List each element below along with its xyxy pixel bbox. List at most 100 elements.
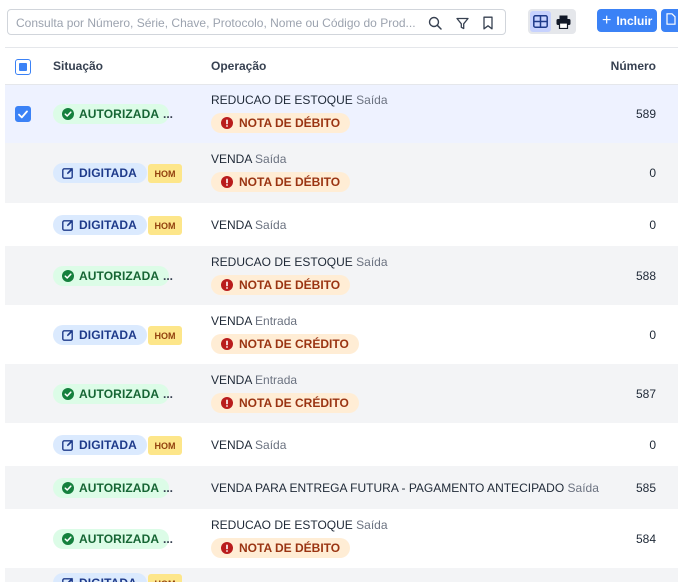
operacao-tipo: Saída [567, 481, 599, 495]
operacao-tipo: Saída [255, 218, 287, 232]
filter-icon[interactable] [453, 14, 471, 32]
nota-badge: NOTA DE CRÉDITO [211, 334, 359, 354]
nota-label: NOTA DE CRÉDITO [239, 337, 349, 351]
alert-icon [221, 279, 233, 291]
operacao-tipo: Entrada [255, 314, 298, 328]
status-label: DIGITADA [79, 166, 137, 180]
table-row[interactable]: DIGITADA HOM VENDA Saída 0 [5, 423, 678, 466]
operacao-name: VENDA [211, 373, 256, 387]
grid-view-icon[interactable] [530, 11, 551, 32]
edit-icon [62, 577, 74, 582]
more-indicator[interactable]: ... [163, 269, 173, 283]
add-button[interactable]: + Incluir [597, 9, 657, 32]
print-icon[interactable] [553, 11, 574, 32]
hom-badge: HOM [148, 216, 182, 235]
nota-badge: NOTA DE DÉBITO [211, 538, 351, 558]
edit-icon [62, 439, 74, 451]
numero-cell: 588 [635, 269, 656, 283]
hom-badge: HOM [148, 436, 182, 455]
operacao-text: VENDA PARA ENTREGA FUTURA - PAGAMENTO AN… [211, 481, 599, 495]
status-badge: AUTORIZADA [53, 104, 170, 124]
nota-badge: NOTA DE CRÉDITO [211, 393, 359, 413]
operacao-text: VENDA Saída [211, 152, 286, 166]
alert-icon [221, 542, 233, 554]
numero-cell: 0 [649, 328, 656, 342]
header-situacao[interactable]: Situação [53, 59, 103, 73]
alert-icon [221, 117, 233, 129]
alert-icon [221, 338, 233, 350]
alert-icon [221, 397, 233, 409]
nota-label: NOTA DE DÉBITO [239, 541, 341, 555]
table-row[interactable]: AUTORIZADA... VENDA PARA ENTREGA FUTURA -… [5, 466, 678, 509]
operacao-name: VENDA [211, 438, 256, 452]
search-icon[interactable] [426, 14, 444, 32]
table-body: AUTORIZADA... REDUCAO DE ESTOQUE Saída NOT… [5, 85, 678, 582]
numero-cell: 0 [649, 438, 656, 452]
table-row[interactable]: AUTORIZADA... REDUCAO DE ESTOQUE Saída NOT… [5, 509, 678, 568]
operacao-text: VENDA Entrada [211, 314, 297, 328]
operacao-tipo: Saída [356, 255, 388, 269]
status-badge: DIGITADA [53, 325, 147, 345]
status-label: AUTORIZADA [79, 481, 160, 495]
bookmark-icon[interactable] [479, 14, 497, 32]
status-badge: DIGITADA [53, 435, 147, 455]
table-row[interactable]: AUTORIZADA... REDUCAO DE ESTOQUE Saída NOT… [5, 246, 678, 305]
check-circle-icon [62, 388, 74, 400]
nota-label: NOTA DE DÉBITO [239, 278, 341, 292]
status-label: DIGITADA [79, 438, 137, 452]
row-checkbox[interactable] [15, 106, 31, 122]
nota-badge: NOTA DE DÉBITO [211, 113, 351, 133]
document-icon [666, 12, 676, 30]
operacao-text: REDUCAO DE ESTOQUE Saída [211, 518, 388, 532]
view-toggle [528, 9, 576, 34]
document-button[interactable] [661, 9, 678, 32]
numero-cell: 584 [635, 532, 656, 546]
numero-cell: 0 [649, 218, 656, 232]
status-badge: DIGITADA [53, 163, 147, 183]
numero-cell: 0 [649, 166, 656, 180]
table-row[interactable]: DIGITADA HOM VENDA Saída 0 [5, 203, 678, 246]
more-indicator[interactable]: ... [163, 481, 173, 495]
alert-icon [221, 176, 233, 188]
check-circle-icon [62, 482, 74, 494]
status-badge: AUTORIZADA [53, 529, 170, 549]
search-input[interactable] [16, 14, 420, 31]
numero-cell: 587 [635, 387, 656, 401]
hom-badge: HOM [148, 326, 182, 345]
operacao-text: VENDA Saída [211, 438, 286, 452]
nota-badge: NOTA DE DÉBITO [211, 172, 351, 192]
documents-table: Situação Operação Número AUTORIZADA... RE… [5, 47, 678, 582]
table-row[interactable]: DIGITADA HOM [5, 568, 678, 582]
table-row[interactable]: DIGITADA HOM VENDA Entrada NOTA DE CRÉDITO 0 [5, 305, 678, 364]
status-label: AUTORIZADA [79, 532, 160, 546]
nota-label: NOTA DE DÉBITO [239, 116, 341, 130]
status-label: AUTORIZADA [79, 269, 160, 283]
hom-badge: HOM [148, 164, 182, 183]
operacao-name: REDUCAO DE ESTOQUE [211, 518, 357, 532]
status-label: DIGITADA [79, 576, 137, 582]
header-operacao[interactable]: Operação [211, 59, 266, 73]
operacao-tipo: Entrada [255, 373, 298, 387]
select-all-checkbox[interactable] [15, 59, 31, 75]
status-label: AUTORIZADA [79, 387, 160, 401]
more-indicator[interactable]: ... [163, 532, 173, 546]
check-circle-icon [62, 270, 74, 282]
header-numero[interactable]: Número [611, 59, 656, 73]
status-label: DIGITADA [79, 218, 137, 232]
table-row[interactable]: AUTORIZADA... REDUCAO DE ESTOQUE Saída NOT… [5, 85, 678, 143]
status-label: AUTORIZADA [79, 107, 160, 121]
status-badge: DIGITADA [53, 573, 147, 582]
plus-icon: + [602, 11, 612, 29]
more-indicator[interactable]: ... [163, 387, 173, 401]
table-row[interactable]: AUTORIZADA... VENDA Entrada NOTA DE CRÉDIT… [5, 364, 678, 423]
search-box[interactable] [7, 9, 506, 35]
nota-label: NOTA DE DÉBITO [239, 175, 341, 189]
operacao-tipo: Saída [356, 93, 388, 107]
toolbar: + Incluir [0, 0, 678, 44]
edit-icon [62, 167, 74, 179]
operacao-name: VENDA [211, 152, 256, 166]
status-badge: AUTORIZADA [53, 266, 170, 286]
operacao-name: VENDA [211, 314, 256, 328]
more-indicator[interactable]: ... [163, 107, 173, 121]
table-row[interactable]: DIGITADA HOM VENDA Saída NOTA DE DÉBITO 0 [5, 143, 678, 203]
